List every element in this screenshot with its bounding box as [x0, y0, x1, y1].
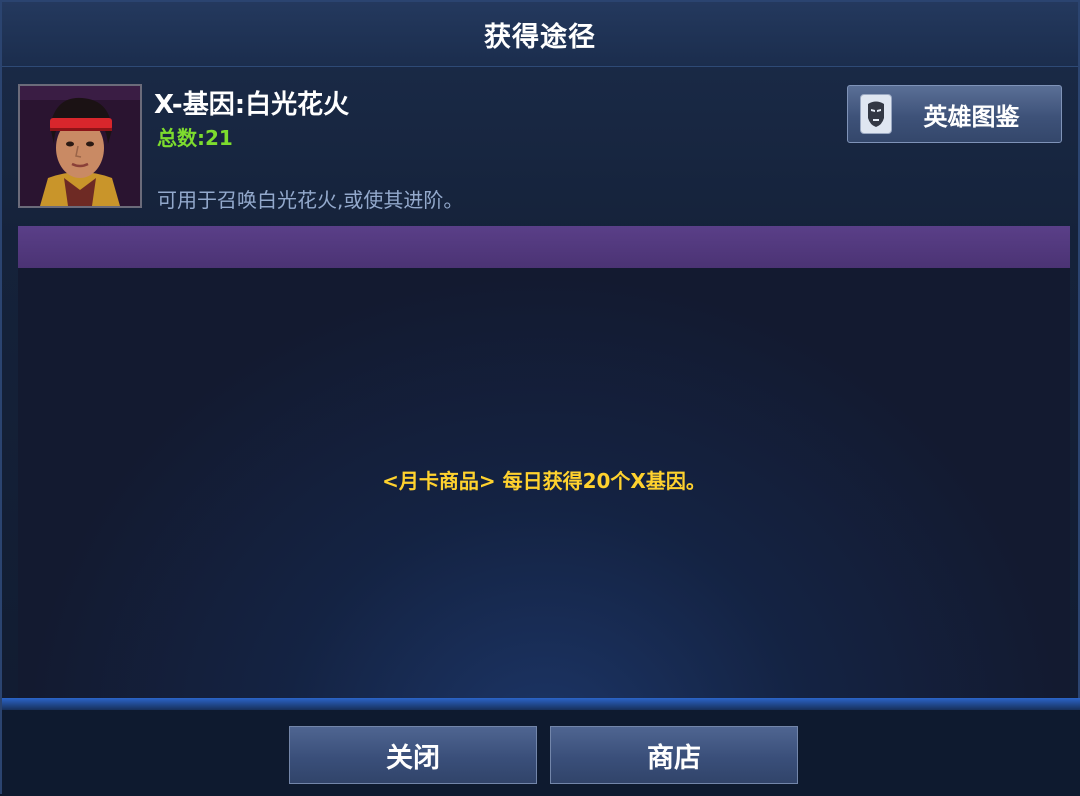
acquisition-dialog: 获得途径 X-基因:白光花火 总数:21 可用于召唤白光花火,或使其进阶。 英雄… — [0, 0, 1080, 796]
item-count: 总数:21 — [157, 126, 233, 150]
close-button[interactable]: 关闭 — [289, 726, 537, 784]
acquisition-source-list: <月卡商品> 每日获得20个X基因。 — [18, 268, 1070, 698]
dialog-title: 获得途径 — [484, 21, 596, 53]
panel-bottom-glow — [2, 698, 1080, 710]
hero-codex-button[interactable]: 英雄图鉴 — [847, 85, 1062, 143]
item-description: 可用于召唤白光花火,或使其进阶。 — [157, 188, 464, 212]
hero-portrait — [18, 84, 142, 208]
iron-man-helmet-icon — [860, 94, 892, 134]
shop-button[interactable]: 商店 — [550, 726, 798, 784]
source-entry-monthly-card[interactable]: <月卡商品> 每日获得20个X基因。 — [18, 465, 1070, 494]
item-name: X-基因:白光花火 — [154, 90, 350, 120]
dialog-footer — [2, 710, 1080, 796]
source-category-banner — [18, 226, 1070, 268]
hero-portrait-art — [20, 86, 140, 206]
hero-codex-label: 英雄图鉴 — [923, 102, 1020, 131]
dialog-header: 获得途径 — [2, 2, 1078, 67]
